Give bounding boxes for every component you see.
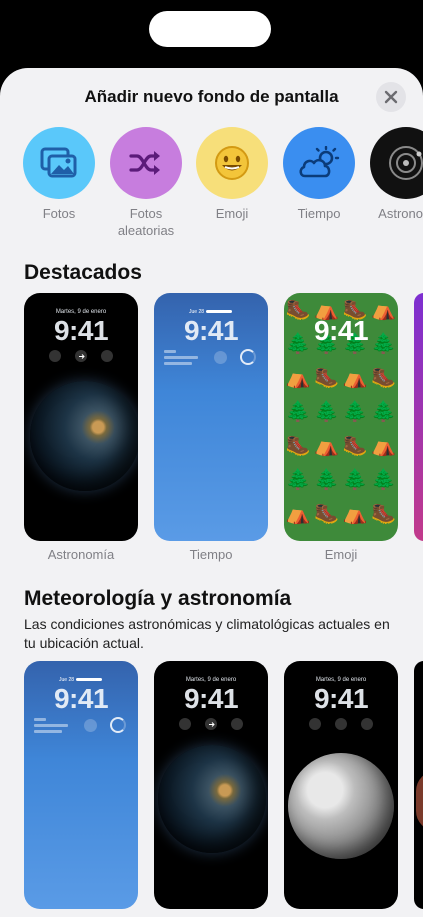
earth-image xyxy=(158,745,266,853)
category-astronomy-circle xyxy=(370,127,423,199)
wallpaper-card-label: Astronomía xyxy=(47,547,115,562)
category-label: Fotos xyxy=(42,206,76,221)
widget-dot xyxy=(101,350,113,362)
widget-dot xyxy=(361,718,373,730)
close-icon xyxy=(384,90,398,104)
lock-time: 9:41 xyxy=(53,683,109,714)
lock-widgets xyxy=(24,350,138,362)
category-weather-circle xyxy=(283,127,355,199)
lock-widgets xyxy=(284,718,398,730)
widget-dot xyxy=(335,718,347,730)
weather-widget-bars xyxy=(34,718,68,736)
lock-time: 9:41 xyxy=(183,683,239,714)
wallpaper-card-moon[interactable]: Martes, 9 de enero 9:41 xyxy=(284,661,398,909)
close-button[interactable] xyxy=(376,82,406,112)
dynamic-island xyxy=(149,11,271,47)
weather-ring-widget xyxy=(110,717,126,733)
widget-arrow xyxy=(75,350,87,362)
category-label: Astronom xyxy=(378,206,423,221)
wallpaper-card-astronomy[interactable]: Martes, 9 de enero 9:41 xyxy=(24,293,138,541)
category-label: Tiempo xyxy=(297,206,341,221)
featured-section-title: Destacados xyxy=(24,261,142,284)
weather-astronomy-description: Las condiciones astronómicas y climatoló… xyxy=(24,616,390,651)
phone-screen: Añadir nuevo fondo de pantalla Fotos Fot… xyxy=(0,0,423,917)
category-shuffle-photos[interactable]: Fotos aleatorias xyxy=(110,127,182,239)
widget-dot xyxy=(179,718,191,730)
moon-image xyxy=(288,753,394,859)
weather-widget-bars xyxy=(164,350,198,368)
date-underline xyxy=(76,678,102,681)
weather-ring-widget xyxy=(240,349,256,365)
category-photos-circle xyxy=(23,127,95,199)
category-emoji-circle xyxy=(196,127,268,199)
category-label: Emoji xyxy=(215,206,249,221)
astronomy-orbit-icon xyxy=(389,146,423,180)
category-astronomy[interactable]: Astronom xyxy=(370,127,423,222)
wallpaper-card-label: Tiempo xyxy=(189,547,233,562)
widget-dot xyxy=(231,718,243,730)
wallpaper-card-weather[interactable]: Jue 28 9:41 xyxy=(154,293,268,541)
add-wallpaper-sheet: Añadir nuevo fondo de pantalla Fotos Fot… xyxy=(0,68,423,917)
widget-dot xyxy=(214,351,227,364)
wallpaper-card-weather-2[interactable]: Jue 28 9:41 xyxy=(24,661,138,909)
shuffle-icon xyxy=(129,151,160,175)
wallpaper-card-next-peek[interactable] xyxy=(414,661,423,909)
widget-dot xyxy=(309,718,321,730)
lock-time: 9:41 xyxy=(313,315,369,346)
location-arrow-icon xyxy=(78,353,85,359)
category-label: Fotos aleatorias xyxy=(117,206,175,238)
weather-astronomy-section-title: Meteorología y astronomía xyxy=(24,587,292,610)
widget-arrow xyxy=(205,718,217,730)
photos-icon xyxy=(40,147,77,178)
sheet-title: Añadir nuevo fondo de pantalla xyxy=(84,87,339,106)
wallpaper-card-emoji[interactable]: 🥾 ⛺ 🥾 ⛺ 🌲 🌲 🌲 🌲 ⛺ 🥾 ⛺ 🥾 🌲 🌲 🌲 🌲 🥾 ⛺ 🥾 ⛺ 🌲 🌲 🌲 🌲 ⛺ 🥾 ⛺ 🥾 9:41 xyxy=(284,293,398,541)
lock-widgets xyxy=(154,718,268,730)
smiley-icon xyxy=(215,146,249,180)
date-underline xyxy=(206,310,232,313)
lock-time: 9:41 xyxy=(313,683,369,714)
lock-time: 9:41 xyxy=(53,315,109,346)
wallpaper-card-next-peek[interactable] xyxy=(414,293,423,541)
lock-time: 9:41 xyxy=(183,315,239,346)
wallpaper-card-label: Emoji xyxy=(324,547,358,562)
location-arrow-icon xyxy=(208,721,215,727)
widget-dot xyxy=(49,350,61,362)
category-photos[interactable]: Fotos xyxy=(23,127,95,222)
category-emoji[interactable]: Emoji xyxy=(196,127,268,222)
weather-cloud-sun-icon xyxy=(299,146,340,178)
earth-image xyxy=(30,381,138,491)
category-weather[interactable]: Tiempo xyxy=(283,127,355,222)
widget-dot xyxy=(84,719,97,732)
wallpaper-card-earth[interactable]: Martes, 9 de enero 9:41 xyxy=(154,661,268,909)
planet-edge xyxy=(416,771,423,831)
category-shuffle-circle xyxy=(110,127,182,199)
